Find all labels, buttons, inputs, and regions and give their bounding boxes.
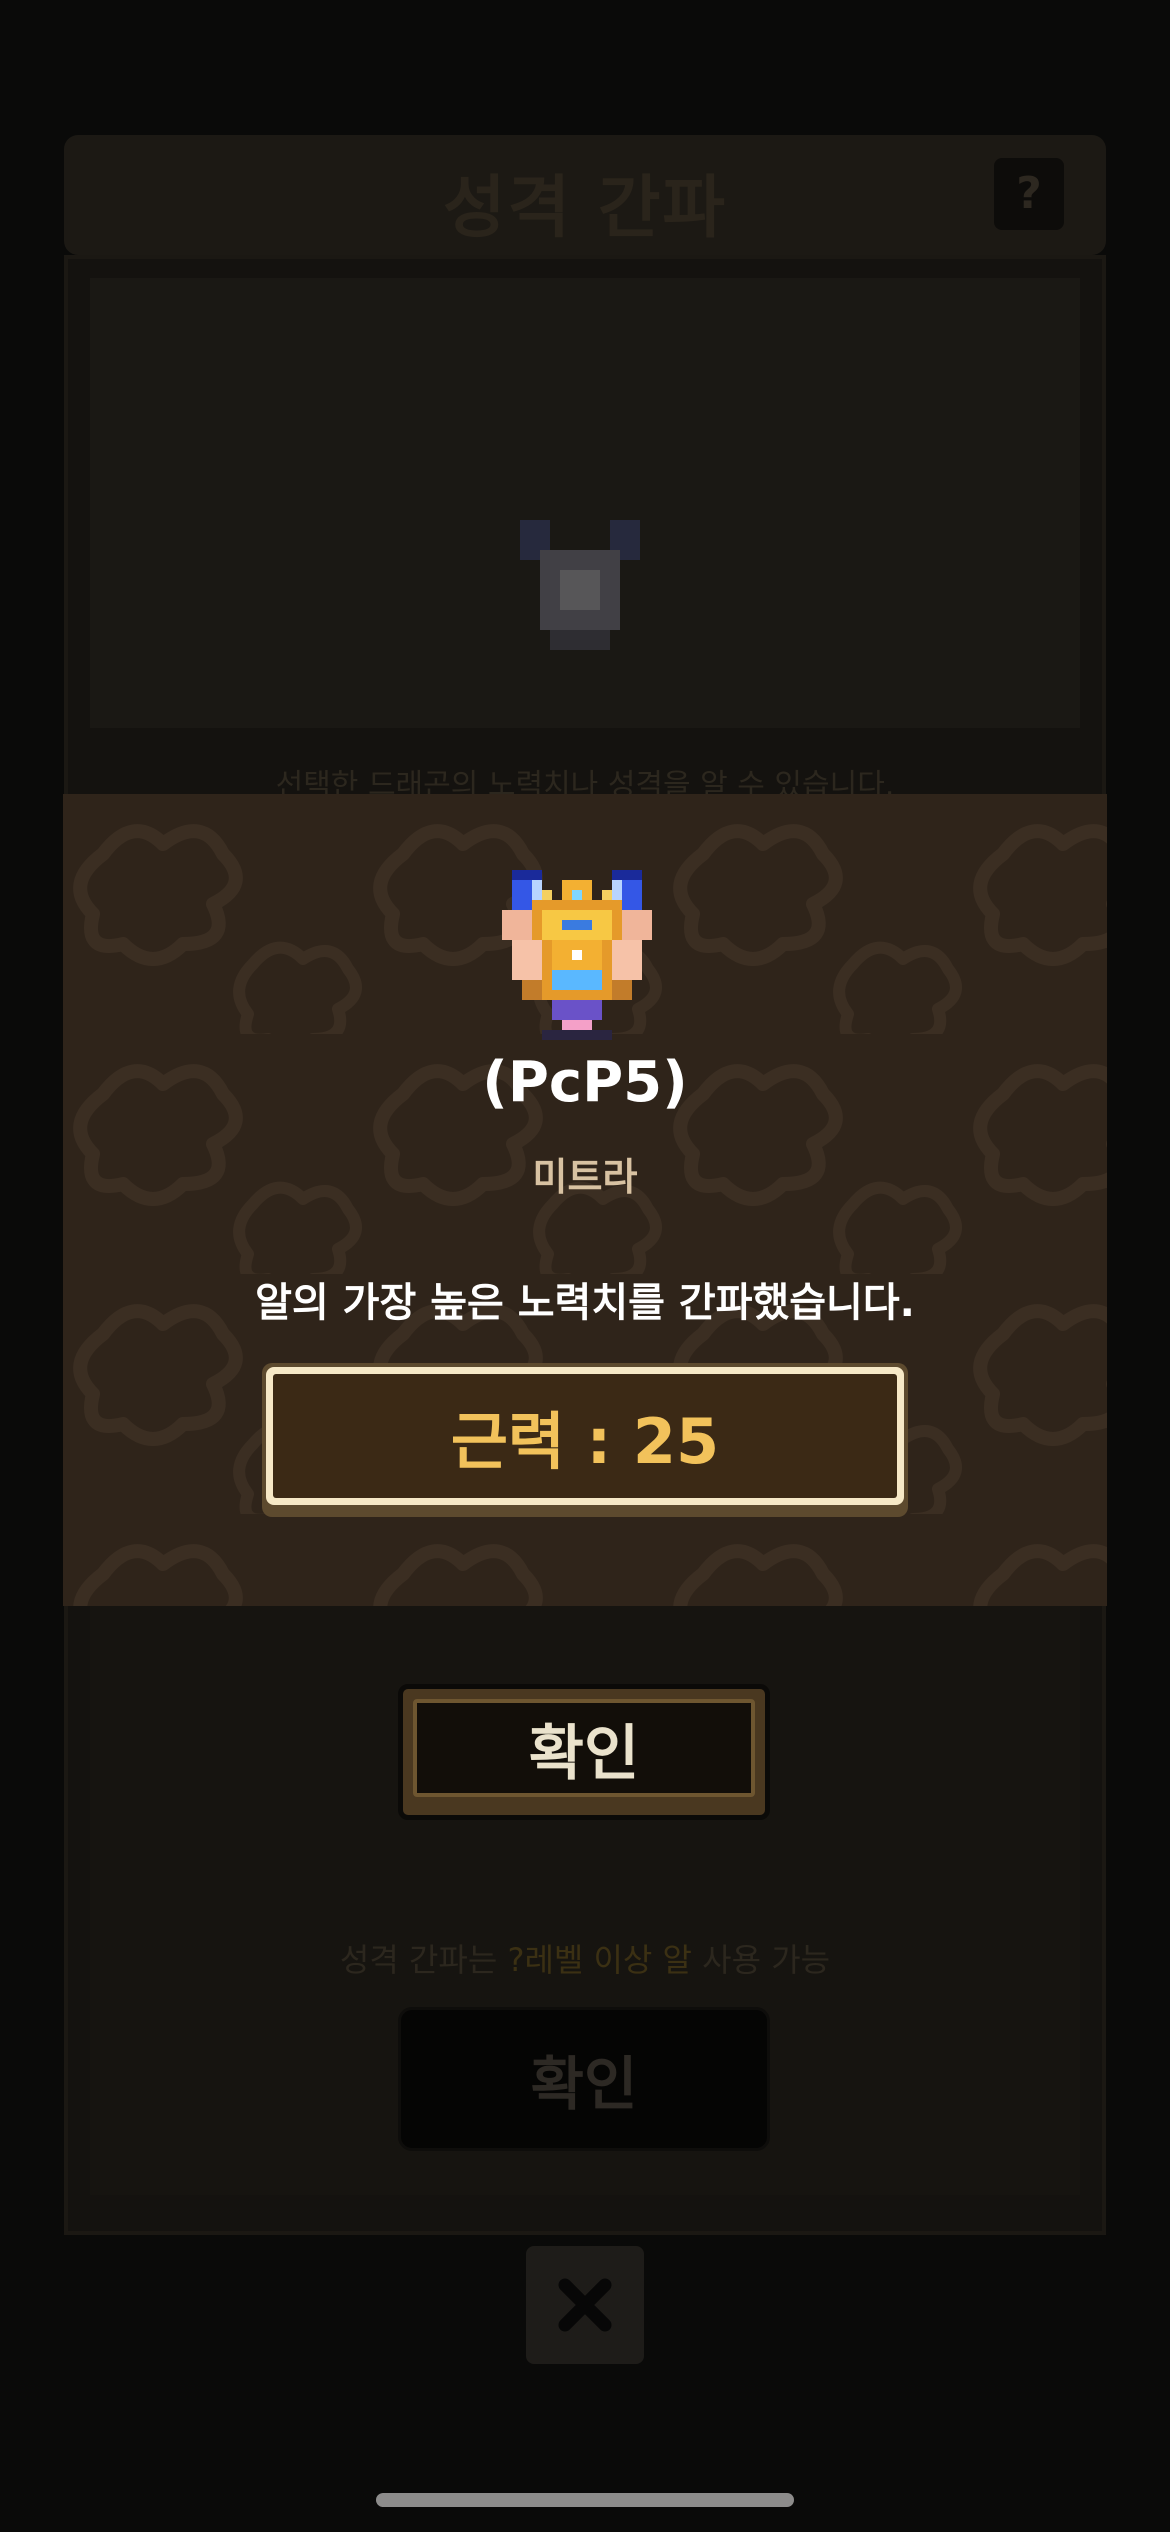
usage-note-prefix: 성격 간파는 xyxy=(339,1941,498,1979)
close-icon xyxy=(558,2278,612,2332)
confirm-button[interactable]: 확인 xyxy=(398,1684,770,1820)
dragon-preview-area xyxy=(90,278,1080,728)
dragon-name: 미트라 xyxy=(532,1155,638,1199)
dragon-sprite xyxy=(502,870,652,1040)
confirm-button-label: 확인 xyxy=(413,1699,755,1797)
stat-value: 근력 : 25 xyxy=(273,1374,897,1498)
result-message: 알의 가장 높은 노력치를 간파했습니다. xyxy=(255,1280,915,1326)
home-indicator[interactable] xyxy=(376,2493,794,2507)
usage-note-highlight: ?레벨 이상 알 xyxy=(507,1941,692,1979)
preview-dragon-icon xyxy=(520,520,640,650)
dragon-code: (PcP5) xyxy=(482,1050,688,1115)
disabled-confirm-button[interactable]: 확인 xyxy=(398,2007,770,2151)
help-button[interactable]: ? xyxy=(994,158,1064,230)
close-button[interactable] xyxy=(526,2246,644,2364)
usage-note-suffix: 사용 가능 xyxy=(702,1941,831,1979)
usage-note: 성격 간파는 ?레벨 이상 알 사용 가능 xyxy=(0,1935,1170,1981)
stat-result-box: 근력 : 25 xyxy=(262,1363,908,1517)
